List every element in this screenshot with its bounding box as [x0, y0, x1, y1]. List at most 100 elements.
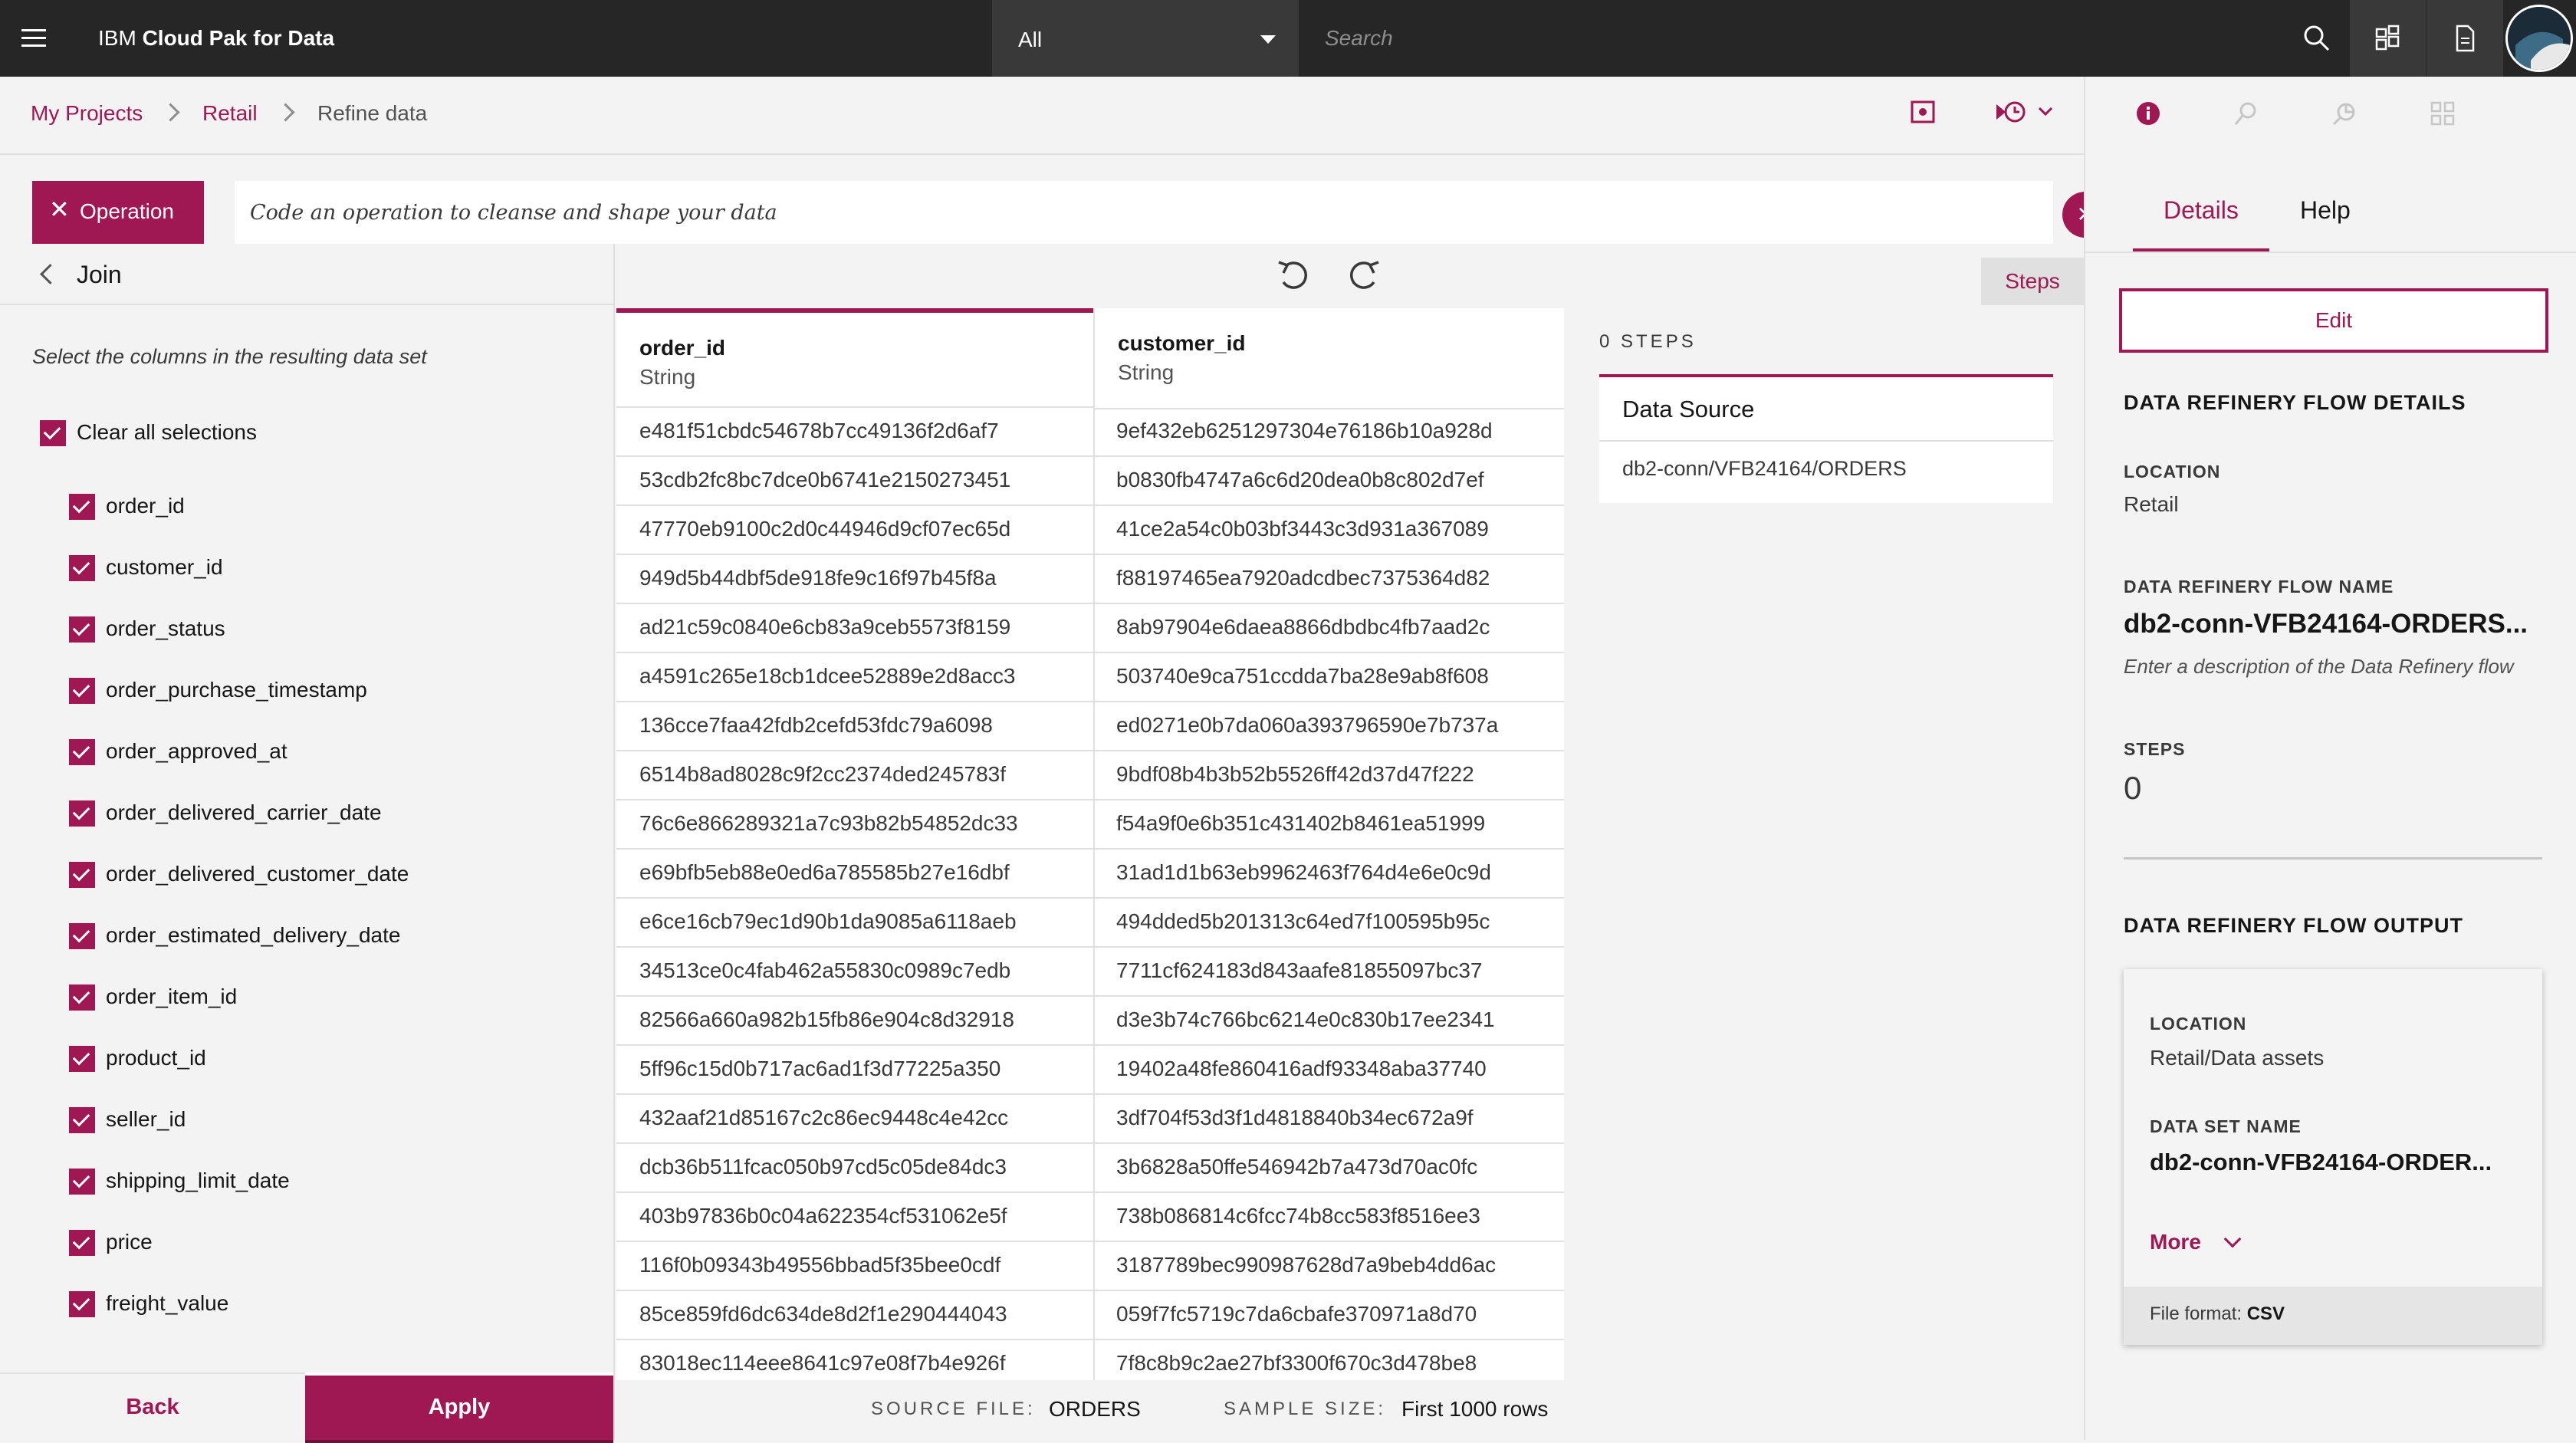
table-row[interactable]: 6514b8ad8028c9f2cc2374ded245783f 9bdf08b4… [616, 751, 1564, 800]
column-checkbox[interactable] [69, 1291, 95, 1317]
undo-icon[interactable] [1274, 258, 1316, 294]
join-title: Join [77, 261, 122, 288]
column-checkbox[interactable] [69, 1230, 95, 1256]
column-checkbox[interactable] [69, 862, 95, 888]
table-row[interactable]: ad21c59c0840e6cb83a9ceb5573f8159 8ab97904… [616, 604, 1564, 653]
column-checkbox[interactable] [69, 678, 95, 704]
table-cell: 41ce2a54c0b03bf3443c3d931a367089 [1116, 517, 1489, 541]
column-header-order-id[interactable]: order_id String [616, 308, 1093, 408]
column-name: customer_id [1118, 331, 1246, 355]
data-source-card[interactable]: Data Source db2-conn/VFB24164/ORDERS [1599, 374, 2053, 503]
table-row[interactable]: dcb36b511fcac050b97cd5c05de84dc3 3b6828a5… [616, 1144, 1564, 1193]
operation-button[interactable]: ✕ Operation [32, 181, 204, 244]
location-label: LOCATION [2124, 462, 2221, 482]
table-cell: 3df704f53d3f1d4818840b34ec672a9f [1116, 1106, 1474, 1129]
active-tab-indicator [2133, 248, 2269, 251]
table-row[interactable]: e6ce16cb79ec1d90b1da9085a6118aeb 494dded5… [616, 899, 1564, 948]
column-checkbox[interactable] [69, 800, 95, 827]
column-checkbox[interactable] [69, 1169, 95, 1195]
breadcrumb-my-projects[interactable]: My Projects [31, 101, 143, 126]
output-location-label: LOCATION [2150, 1014, 2247, 1034]
column-checkbox[interactable] [69, 1046, 95, 1072]
column-checkbox[interactable] [69, 555, 95, 581]
table-cell: a4591c265e18cb1dcee52889e2d8acc3 [639, 664, 1016, 688]
table-row[interactable]: 53cdb2fc8bc7dce0b6741e2150273451 b0830fb4… [616, 457, 1564, 506]
table-row[interactable]: 34513ce0c4fab462a55830c0989c7edb 7711cf62… [616, 948, 1564, 997]
dashboard-icon[interactable] [2427, 98, 2458, 129]
table-row[interactable]: 85ce859fd6dc634de8d2f1e290444043 059f7fc5… [616, 1291, 1564, 1340]
flow-details-title: DATA REFINERY FLOW DETAILS [2124, 391, 2466, 414]
column-checkbox[interactable] [69, 616, 95, 643]
table-row[interactable]: 83018ec114eee8641c97e08f7b4e926f 7f8c8b9c… [616, 1340, 1564, 1380]
sample-size-value: First 1000 rows [1401, 1397, 1549, 1421]
more-link[interactable]: More [2150, 1230, 2201, 1254]
clear-all-checkbox[interactable] [40, 420, 66, 446]
table-cell: 6514b8ad8028c9f2cc2374ded245783f [639, 762, 1007, 786]
apply-button[interactable]: Apply [305, 1372, 613, 1443]
user-avatar[interactable] [2505, 5, 2573, 72]
tab-details[interactable]: Details [2164, 196, 2239, 225]
table-cell: f54a9f0e6b351c431402b8461ea51999 [1116, 811, 1486, 835]
caret-down-icon [1260, 35, 1276, 44]
table-cell: 9bdf08b4b3b52b5526ff42d37d47f222 [1116, 762, 1474, 786]
description-placeholder[interactable]: Enter a description of the Data Refinery… [2124, 655, 2514, 679]
edit-button[interactable]: Edit [2119, 288, 2548, 353]
table-cell: e6ce16cb79ec1d90b1da9085a6118aeb [639, 909, 1017, 933]
flow-output-card: LOCATION Retail/Data assets DATA SET NAM… [2124, 969, 2542, 1345]
table-row[interactable]: e481f51cbdc54678b7cc49136f2d6af7 9ef432eb… [616, 408, 1564, 457]
table-row[interactable]: 432aaf21d85167c2c86ec9448c4e42cc 3df704f5… [616, 1095, 1564, 1144]
source-file-label: SOURCE FILE: [871, 1399, 1036, 1419]
table-row[interactable]: a4591c265e18cb1dcee52889e2d8acc3 503740e9… [616, 653, 1564, 702]
column-checkbox[interactable] [69, 984, 95, 1011]
join-header: Join [0, 244, 613, 305]
file-format-value: CSV [2246, 1303, 2285, 1324]
document-button[interactable] [2426, 0, 2503, 77]
column-checkbox-label: order_item_id [106, 984, 238, 1008]
table-row[interactable]: 116f0b09343b49556bbad5f35bee0cdf 3187789b… [616, 1242, 1564, 1291]
table-row[interactable]: 949d5b44dbf5de918fe9c16f97b45f8a f8819746… [616, 555, 1564, 604]
table-cell: 136cce7faa42fdb2cefd53fdc79a6098 [639, 713, 993, 737]
code-operation-placeholder: Code an operation to cleanse and shape y… [250, 201, 777, 225]
table-row[interactable]: e69bfb5eb88e0ed6a785585b27e16dbf 31ad1d1b… [616, 850, 1564, 899]
steps-label: STEPS [2124, 739, 2186, 759]
table-row[interactable]: 5ff96c15d0b717ac6ad1f3d77225a350 19402a48… [616, 1046, 1564, 1095]
undo-redo-bar [615, 244, 1566, 308]
table-row[interactable]: 136cce7faa42fdb2cefd53fdc79a6098 ed0271e0… [616, 702, 1564, 751]
table-row[interactable]: 76c6e866289321a7c93b82b54852dc33 f54a9f0e… [616, 800, 1564, 850]
profile-icon[interactable] [2231, 98, 2262, 129]
job-schedule-icon[interactable] [1907, 97, 1938, 127]
search-scope-dropdown[interactable]: All [992, 0, 1299, 77]
column-header-customer-id[interactable]: customer_id String [1095, 308, 1564, 409]
table-row[interactable]: 82566a660a982b15fb86e904c8d32918 d3e3b74c… [616, 997, 1564, 1046]
redo-icon[interactable] [1342, 258, 1383, 294]
document-icon [2456, 25, 2475, 52]
table-row[interactable]: 47770eb9100c2d0c44946d9cf07ec65d 41ce2a54… [616, 506, 1564, 555]
hamburger-menu-icon[interactable] [17, 21, 51, 55]
column-checkbox-label: order_approved_at [106, 739, 288, 763]
flow-history-icon[interactable] [1992, 97, 2061, 127]
breadcrumb-retail[interactable]: Retail [202, 101, 258, 126]
global-search-input[interactable]: Search [1299, 0, 2349, 77]
visualize-icon[interactable] [2329, 98, 2360, 129]
chevron-left-icon[interactable] [40, 264, 61, 284]
back-button[interactable]: Back [0, 1372, 305, 1441]
table-footer: SOURCE FILE: ORDERS SAMPLE SIZE: First 1… [616, 1380, 1564, 1440]
code-operation-input[interactable]: Code an operation to cleanse and shape y… [235, 181, 2053, 244]
product-name[interactable]: IBM Cloud Pak for Data [98, 26, 334, 51]
column-checkbox[interactable] [69, 739, 95, 765]
info-icon[interactable] [2133, 98, 2164, 129]
table-cell: 34513ce0c4fab462a55830c0989c7edb [639, 958, 1011, 982]
column-checkbox[interactable] [69, 923, 95, 949]
column-checkbox[interactable] [69, 494, 95, 520]
catalog-button[interactable] [2349, 0, 2426, 77]
steps-tab[interactable]: Steps [1981, 258, 2084, 305]
tab-help[interactable]: Help [2300, 196, 2351, 225]
top-nav-bar: IBM Cloud Pak for Data All Search [0, 0, 2576, 77]
column-checkbox[interactable] [69, 1107, 95, 1133]
table-cell: 82566a660a982b15fb86e904c8d32918 [639, 1007, 1014, 1031]
data-table: order_id String customer_id String e481f… [616, 308, 1564, 1380]
column-checkbox-label: freight_value [106, 1291, 229, 1315]
table-row[interactable]: 403b97836b0c04a622354cf531062e5f 738b0868… [616, 1193, 1564, 1242]
column-checkbox-label: price [106, 1230, 153, 1254]
search-icon[interactable] [2300, 21, 2334, 55]
